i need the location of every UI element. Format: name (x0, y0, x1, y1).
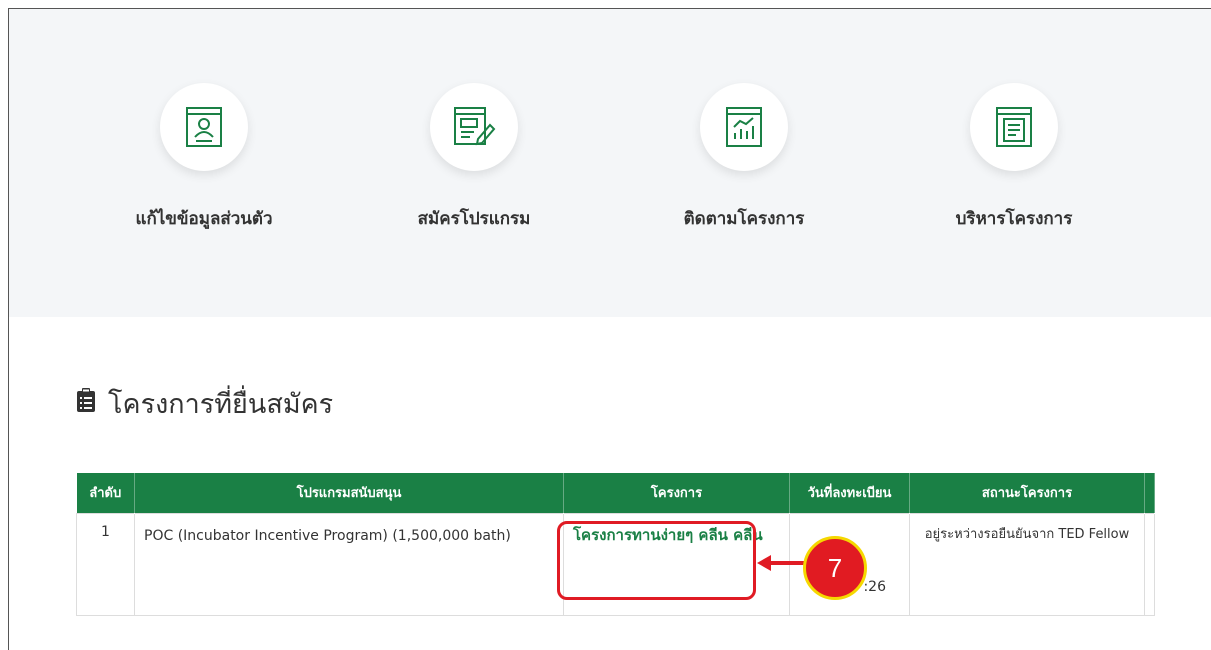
menu-apply-program[interactable]: สมัครโปรแกรม (354, 83, 594, 232)
table-header-row: ลำดับ โปรแกรมสนับสนุน โครงการ วันที่ลงทะ… (76, 473, 1155, 513)
col-header-extra (1144, 473, 1155, 513)
document-window-icon (970, 83, 1058, 171)
col-header-program: โปรแกรมสนับสนุน (134, 473, 564, 513)
col-header-status: สถานะโครงการ (909, 473, 1145, 513)
menu-edit-profile[interactable]: แก้ไขข้อมูลส่วนตัว (84, 83, 324, 232)
cell-no: 1 (76, 512, 135, 616)
section-title: โครงการที่ยื่นสมัคร (76, 382, 333, 425)
highlight-box (557, 521, 756, 600)
col-header-project: โครงการ (563, 473, 790, 513)
menu-track-project[interactable]: ติดตามโครงการ (624, 83, 864, 232)
menu-label: บริหารโครงการ (955, 209, 1073, 229)
step-badge: 7 (803, 536, 867, 600)
menu-band: แก้ไขข้อมูลส่วนตัว สมัครโปรแกรม ติดตามโค… (9, 9, 1211, 317)
cell-status: อยู่ระหว่างรอยืนยันจาก TED Fellow (909, 512, 1145, 616)
arrow-left-icon (757, 553, 805, 577)
section-title-text: โครงการที่ยื่นสมัคร (108, 389, 334, 420)
menu-manage-project[interactable]: บริหารโครงการ (894, 83, 1134, 232)
cell-extra (1144, 512, 1155, 616)
clipboard-icon (76, 387, 96, 420)
chart-window-icon (700, 83, 788, 171)
menu-label: ติดตามโครงการ (683, 209, 805, 229)
cell-program: POC (Incubator Incentive Program) (1,500… (134, 512, 564, 616)
profile-card-icon (160, 83, 248, 171)
col-header-date: วันที่ลงทะเบียน (789, 473, 910, 513)
edit-form-icon (430, 83, 518, 171)
menu-label: สมัครโปรแกรม (417, 209, 531, 229)
menu-label: แก้ไขข้อมูลส่วนตัว (135, 209, 273, 229)
col-header-no: ลำดับ (76, 473, 135, 513)
